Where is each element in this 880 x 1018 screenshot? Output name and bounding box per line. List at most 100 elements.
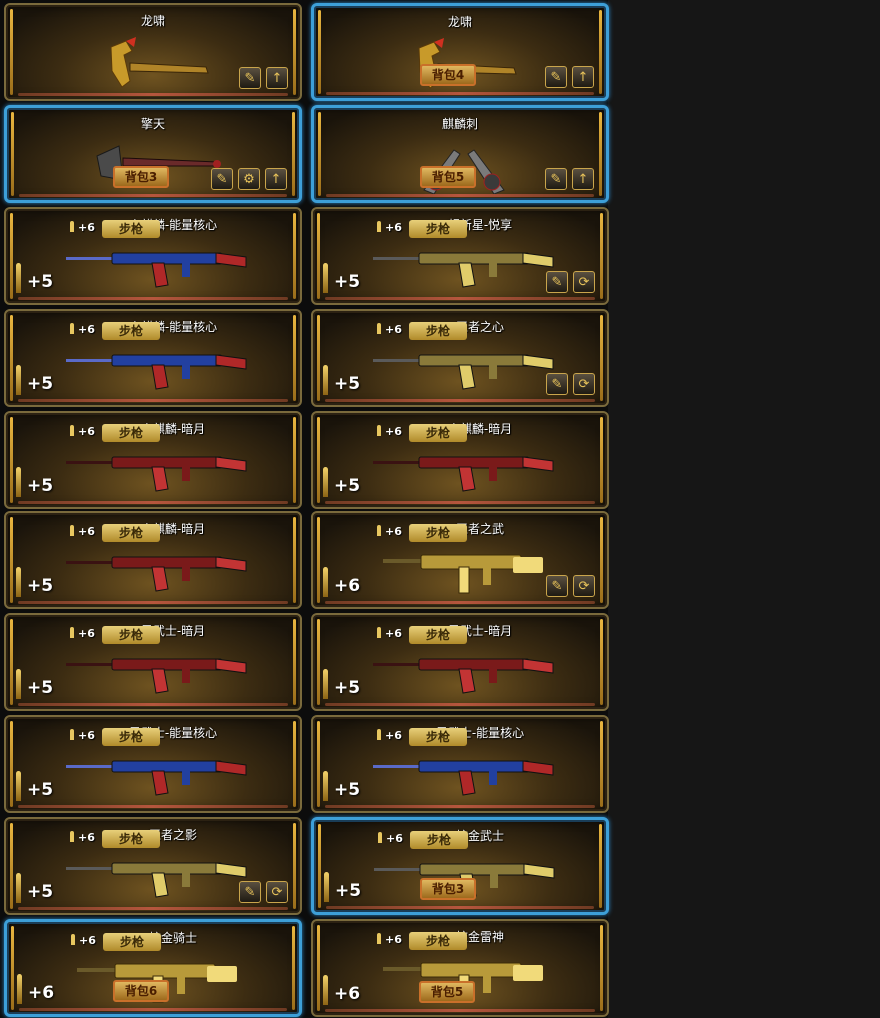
weapon-card[interactable]: 黑武士-能量核心 +6 步枪 +5 [311,715,609,813]
enhance-level-value: +5 [27,476,54,496]
upgrade-arrow-icon[interactable]: ↑ [265,168,287,190]
card-frame-bottom [18,601,288,604]
bullet-icon [323,365,328,395]
ammo-bonus: +6 [70,221,95,234]
enhance-level: +5 [323,365,360,395]
weapon-card[interactable]: 火麒麟-暗月 +6 步枪 +5 [4,511,302,609]
weapon-inventory-grid: 龙啸 ✎ ↑ 龙啸 背包4 ✎ ↑ 擎天 背包3 ✎ ⚙ ↑ 麒麟刺 背包5 ✎ ↑ 火麒麟-能量核心 +6 步枪 +… [0,0,609,1018]
weapon-card[interactable]: 王者之心 +6 步枪 +5 ✎ ⟳ [311,309,609,407]
weapon-image [56,647,256,701]
wrench-icon[interactable]: ✎ [211,168,233,190]
card-frame-bottom [325,1009,595,1012]
card-actions: ✎ ⟳ [546,271,595,293]
ammo-bonus: +6 [377,525,402,538]
weapon-card[interactable]: 麒麟刺 背包5 ✎ ↑ [311,105,609,203]
weapon-card[interactable]: 龙啸 背包4 ✎ ↑ [311,3,609,101]
weapon-card[interactable]: 黑武士-暗月 +6 步枪 +5 [311,613,609,711]
weapon-card[interactable]: 黑武士-暗月 +6 步枪 +5 [4,613,302,711]
card-frame-bottom [326,194,594,197]
card-frame-bottom [325,703,595,706]
enhance-level: +6 [323,975,360,1005]
wrench-icon[interactable]: ✎ [545,168,567,190]
weapon-image [56,749,256,803]
backpack-badge: 背包3 [113,166,169,188]
ammo-bonus: +6 [70,627,95,640]
bullet-icon [16,567,21,597]
ammo-bonus: +6 [377,729,402,742]
swap-icon[interactable]: ⟳ [266,881,288,903]
bullet-icon [323,467,328,497]
bullet-icon [323,975,328,1005]
bullet-icon [377,425,381,436]
upgrade-arrow-icon[interactable]: ↑ [572,66,594,88]
weapon-type-badge: 步枪 [409,220,467,238]
weapon-type-badge: 步枪 [409,424,467,442]
ammo-bonus: +6 [378,832,403,845]
enhance-level-value: +6 [334,984,361,1004]
ammo-bonus-value: +6 [78,323,95,336]
card-actions: ✎ ⟳ [239,881,288,903]
card-frame-bottom [326,906,594,909]
weapon-card[interactable]: 王者之影 +6 步枪 +5 ✎ ⟳ [4,817,302,915]
weapon-card[interactable]: 王者之武 +6 步枪 +6 ✎ ⟳ [311,511,609,609]
enhance-level: +6 [17,974,54,1004]
wrench-icon[interactable]: ✎ [239,881,261,903]
bullet-icon [70,729,74,740]
bullet-icon [324,872,329,902]
swap-icon[interactable]: ⟳ [573,271,595,293]
weapon-image [363,749,563,803]
weapon-card[interactable]: 炫金雷神 +6 步枪 +6 背包5 [311,919,609,1017]
swap-icon[interactable]: ⟳ [573,373,595,395]
weapon-type-badge: 步枪 [102,524,160,542]
bullet-icon [377,323,381,334]
upgrade-arrow-icon[interactable]: ↑ [266,67,288,89]
weapon-image [56,241,256,295]
backpack-badge: 背包5 [419,981,475,1003]
card-frame-bottom [18,703,288,706]
weapon-card[interactable]: 炫金骑士 +6 步枪 +6 背包6 [4,919,302,1017]
ammo-bonus-value: +6 [385,323,402,336]
enhance-level-value: +6 [334,576,361,596]
wrench-icon[interactable]: ✎ [546,575,568,597]
weapon-card[interactable]: 龙啸 ✎ ↑ [4,3,302,101]
bullet-icon [70,831,74,842]
wrench-icon[interactable]: ✎ [545,66,567,88]
weapon-name: 麒麟刺 [441,117,478,131]
card-frame-bottom [325,501,595,504]
ammo-bonus-value: +6 [385,525,402,538]
weapon-card[interactable]: 火麒麟-暗月 +6 步枪 +5 [311,411,609,509]
swap-icon[interactable]: ⟳ [573,575,595,597]
bullet-icon [16,365,21,395]
bullet-icon [377,221,381,232]
enhance-level: +5 [323,771,360,801]
ammo-bonus: +6 [70,525,95,538]
wrench-icon[interactable]: ✎ [546,373,568,395]
enhance-level-value: +5 [27,576,54,596]
wrench-icon[interactable]: ✎ [239,67,261,89]
gear-icon[interactable]: ⚙ [238,168,260,190]
weapon-card[interactable]: 超新星-悦享 +6 步枪 +5 ✎ ⟳ [311,207,609,305]
upgrade-arrow-icon[interactable]: ↑ [572,168,594,190]
weapon-name: 龙啸 [140,14,165,28]
bullet-icon [16,467,21,497]
weapon-card[interactable]: 火麒麟-暗月 +6 步枪 +5 [4,411,302,509]
wrench-icon[interactable]: ✎ [546,271,568,293]
enhance-level: +5 [323,467,360,497]
weapon-card[interactable]: 火麒麟-能量核心 +6 步枪 +5 [4,309,302,407]
card-frame-bottom [18,907,288,910]
card-actions: ✎ ⟳ [546,575,595,597]
ammo-bonus-value: +6 [78,831,95,844]
weapon-card[interactable]: 擎天背包3 ✎ ⚙ ↑ [4,105,302,203]
weapon-card[interactable]: 火麒麟-能量核心 +6 步枪 +5 [4,207,302,305]
weapon-card[interactable]: 炫金武士 +6 步枪 +5 背包3 [311,817,609,915]
weapon-image [56,851,256,905]
weapon-type-badge: 步枪 [103,933,161,951]
backpack-badge: 背包6 [113,980,169,1002]
weapon-card[interactable]: 黑武士-能量核心 +6 步枪 +5 [4,715,302,813]
bullet-icon [16,771,21,801]
weapon-name: 擎天 [140,117,165,131]
weapon-image [56,545,256,599]
bullet-icon [16,669,21,699]
card-frame-bottom [18,805,288,808]
weapon-image [363,545,563,599]
